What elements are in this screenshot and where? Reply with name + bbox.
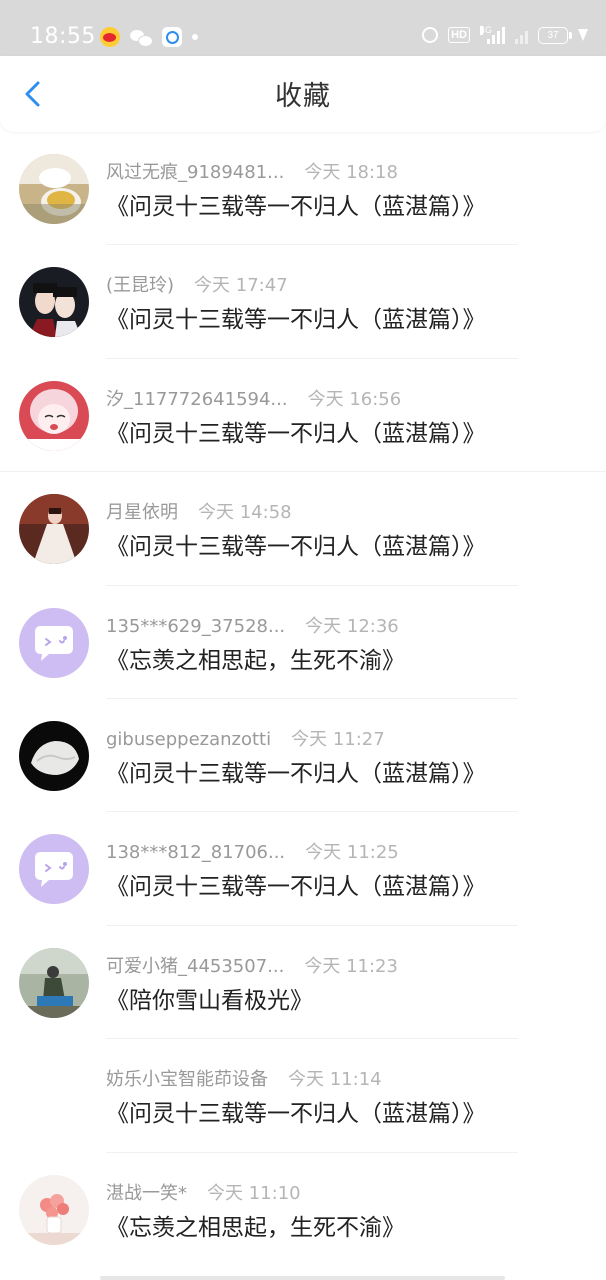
author-name[interactable]: 可爱小猪_4453507... [106, 954, 284, 980]
outdoor-avatar-icon [19, 947, 89, 1018]
charging-icon [578, 29, 588, 41]
app-header: 收藏 [0, 56, 606, 132]
author-name[interactable]: gibuseppezanzotti [106, 727, 271, 753]
system-icons: HD 4G 37 [422, 26, 588, 44]
item-title[interactable]: 《问灵十三载等一不归人（蓝湛篇）》 [106, 303, 486, 337]
avatar[interactable] [19, 267, 89, 338]
list-item[interactable]: 可爱小猪_4453507... 今天 11:23 《陪你雪山看极光》 [0, 926, 606, 1040]
alarm-icon [422, 27, 439, 43]
item-title[interactable]: 《陪你雪山看极光》 [106, 984, 313, 1018]
tea-avatar-icon [19, 154, 89, 224]
avatar[interactable] [19, 154, 89, 224]
item-meta: gibuseppezanzotti 今天 11:27 [106, 727, 385, 753]
avatar[interactable] [19, 494, 89, 565]
list-item[interactable]: 138***812_81706... 今天 11:25 《问灵十三载等一不归人（蓝… [0, 812, 606, 926]
timestamp: 今天 16:56 [307, 388, 402, 410]
avatar[interactable] [19, 834, 89, 905]
avatar[interactable] [19, 607, 89, 678]
item-title[interactable]: 《问灵十三载等一不归人（蓝湛篇）》 [106, 417, 486, 451]
author-name[interactable]: 妨乐小宝智能茚设备 [106, 1067, 268, 1093]
list-item[interactable]: 汐_117772641594... 今天 16:56 《问灵十三载等一不归人（蓝湛… [0, 359, 606, 473]
item-meta: 风过无痕_9189481... 今天 18:18 [106, 160, 398, 186]
signal-icon-secondary [515, 26, 528, 44]
item-title[interactable]: 《问灵十三载等一不归人（蓝湛篇）》 [106, 190, 486, 224]
timestamp: 今天 12:36 [305, 615, 399, 637]
signal-icon: 4G [480, 26, 505, 44]
author-name[interactable]: 月星依明 [106, 500, 178, 526]
item-meta: 135***629_37528... 今天 12:36 [106, 614, 399, 640]
list-item[interactable]: gibuseppezanzotti 今天 11:27 《问灵十三载等一不归人（蓝湛… [0, 699, 606, 813]
author-name[interactable]: 135***629_37528... [106, 614, 285, 640]
timestamp: 今天 18:18 [304, 162, 398, 183]
dot-icon [192, 34, 198, 40]
author-name[interactable]: (王昆玲) [106, 273, 174, 299]
item-meta: 138***812_81706... 今天 11:25 [106, 840, 399, 866]
item-meta: (王昆玲) 今天 17:47 [106, 273, 288, 299]
list-item[interactable]: 风过无痕_9189481... 今天 18:18 《问灵十三载等一不归人（蓝湛篇）… [0, 132, 606, 246]
dress-avatar-icon [19, 494, 89, 565]
timestamp: 今天 11:10 [207, 1182, 301, 1204]
avatar[interactable] [19, 947, 89, 1018]
item-meta: 可爱小猪_4453507... 今天 11:23 [106, 954, 398, 980]
couple-avatar-icon [19, 267, 89, 338]
timestamp: 今天 11:23 [304, 955, 398, 977]
battery-icon: 37 [538, 26, 572, 44]
timestamp: 今天 11:25 [305, 842, 399, 864]
item-meta: 湛战一笑* 今天 11:10 [106, 1181, 301, 1207]
avatar[interactable] [19, 380, 89, 451]
item-meta: 妨乐小宝智能茚设备 今天 11:14 [106, 1067, 382, 1093]
default-chat-avatar-icon [19, 834, 89, 905]
list-item[interactable]: 湛战一笑* 今天 11:10 《忘羡之相思起，生死不渝》 [0, 1153, 606, 1266]
status-bar: 18:55 HD 4G 37 [0, 0, 606, 56]
page-title: 收藏 [275, 81, 331, 112]
default-chat-avatar-icon [19, 607, 89, 678]
avatar[interactable] [19, 720, 89, 791]
item-title[interactable]: 《问灵十三载等一不归人（蓝湛篇）》 [106, 1097, 486, 1131]
timestamp: 今天 14:58 [198, 502, 292, 524]
network-type-label: 4G [480, 25, 493, 35]
author-name[interactable]: 风过无痕_9189481... [106, 160, 284, 186]
app-icon [162, 27, 182, 47]
hd-icon: HD [448, 27, 470, 43]
scroll-indicator [100, 1276, 505, 1280]
item-title[interactable]: 《问灵十三载等一不归人（蓝湛篇）》 [106, 757, 486, 791]
list-item[interactable]: 妨乐小宝智能茚设备 今天 11:14 《问灵十三载等一不归人（蓝湛篇）》 [0, 1039, 606, 1153]
author-name[interactable]: 湛战一笑* [106, 1181, 187, 1207]
list-item[interactable]: (王昆玲) 今天 17:47 《问灵十三载等一不归人（蓝湛篇）》 [0, 245, 606, 359]
timestamp: 今天 11:27 [291, 728, 385, 750]
item-meta: 汐_117772641594... 今天 16:56 [106, 387, 401, 413]
item-title[interactable]: 《忘羡之相思起，生死不渝》 [106, 1211, 405, 1245]
item-title[interactable]: 《问灵十三载等一不归人（蓝湛篇）》 [106, 530, 486, 564]
item-title[interactable]: 《问灵十三载等一不归人（蓝湛篇）》 [106, 870, 486, 904]
item-meta: 月星依明 今天 14:58 [106, 500, 292, 526]
list-item[interactable]: 135***629_37528... 今天 12:36 《忘羡之相思起，生死不渝》 [0, 586, 606, 699]
list-item[interactable]: 月星依明 今天 14:58 《问灵十三载等一不归人（蓝湛篇）》 [0, 472, 606, 586]
timestamp: 今天 17:47 [194, 275, 288, 297]
wechat-icon [130, 28, 153, 47]
anime-girl-avatar-icon [19, 380, 89, 451]
flower-avatar-icon [19, 1174, 89, 1245]
favorites-list: 风过无痕_9189481... 今天 18:18 《问灵十三载等一不归人（蓝湛篇）… [0, 132, 606, 1266]
item-title[interactable]: 《忘羡之相思起，生死不渝》 [106, 644, 405, 678]
avatar[interactable] [19, 1174, 89, 1245]
author-name[interactable]: 汐_117772641594... [106, 387, 288, 413]
notification-icons [100, 27, 198, 47]
status-time: 18:55 [30, 24, 96, 49]
author-name[interactable]: 138***812_81706... [106, 840, 285, 866]
white-object-avatar-icon [19, 720, 89, 791]
timestamp: 今天 11:14 [288, 1069, 382, 1091]
weibo-icon [100, 27, 120, 47]
